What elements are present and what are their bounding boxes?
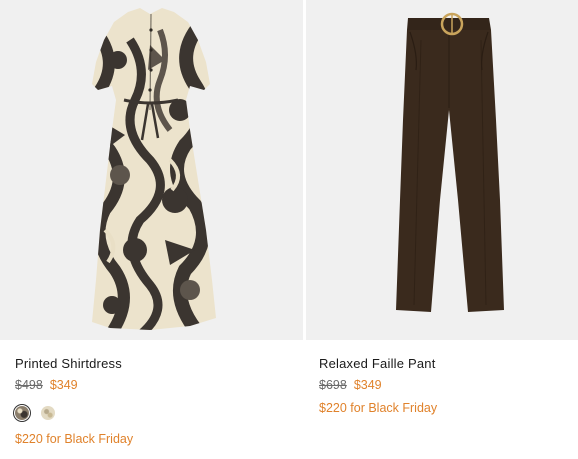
color-swatch-print-dark[interactable] [15, 406, 29, 420]
sale-price: $349 [49, 378, 78, 392]
product-card-printed-shirtdress: Printed Shirtdress $498 $349 $220 for Bla… [0, 0, 303, 447]
product-card-relaxed-faille-pant: Relaxed Faille Pant $698 $349 $220 for Bl… [306, 0, 578, 416]
dress-illustration [92, 8, 216, 330]
sale-price: $349 [353, 378, 382, 392]
color-swatches [15, 405, 303, 421]
color-swatch-print-light[interactable] [41, 406, 55, 420]
price-row: $498 $349 [15, 377, 303, 393]
price-row: $698 $349 [319, 377, 578, 393]
product-name[interactable]: Printed Shirtdress [15, 356, 303, 372]
black-friday-promo: $220 for Black Friday [319, 401, 438, 415]
product-image-relaxed-faille-pant[interactable] [306, 0, 578, 340]
product-image-printed-shirtdress[interactable] [0, 0, 303, 340]
black-friday-promo: $220 for Black Friday [15, 432, 134, 446]
product-grid: Printed Shirtdress $498 $349 $220 for Bla… [0, 0, 578, 459]
original-price: $698 [319, 378, 347, 392]
product-name[interactable]: Relaxed Faille Pant [319, 356, 578, 372]
original-price: $498 [15, 378, 43, 392]
pant-illustration [396, 12, 504, 312]
